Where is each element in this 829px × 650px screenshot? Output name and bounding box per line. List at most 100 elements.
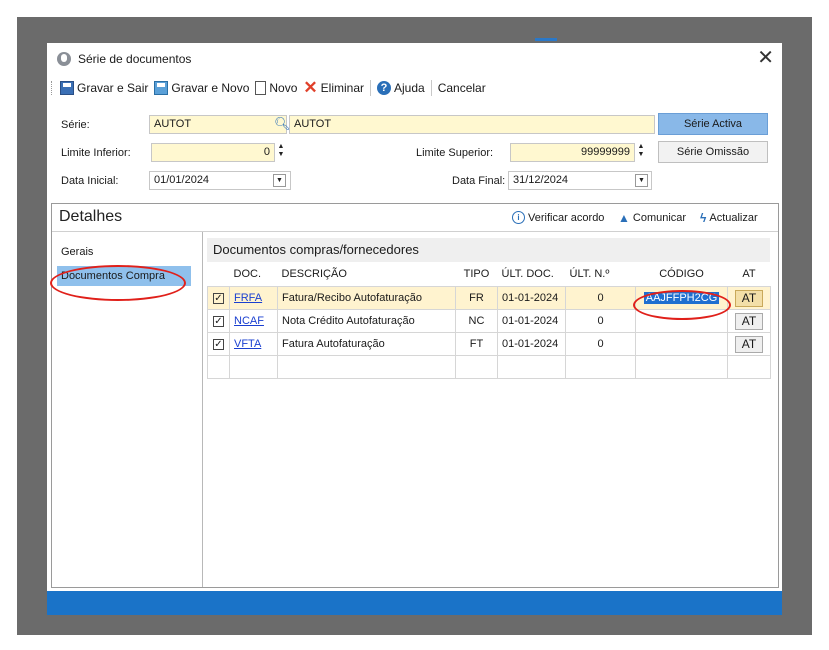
comunicar-label: Comunicar — [632, 212, 687, 224]
serie-activa-button[interactable]: Série Activa — [658, 113, 768, 135]
codigo-cell[interactable]: AAJFFPH2CG — [635, 286, 728, 310]
ult-n-cell: 0 — [565, 332, 636, 356]
data-inicial-dropdown-icon[interactable]: ▼ — [273, 174, 286, 187]
nav-item-gerais[interactable]: Gerais — [57, 242, 191, 262]
table-row[interactable]: ✓ VFTA Fatura Autofaturação FT 01-01-202… — [207, 332, 771, 356]
comunicar-link[interactable]: ▲ Comunicar — [618, 211, 686, 225]
title-bar: Série de documentos ✕ — [47, 43, 782, 75]
table-row[interactable]: ✓ NCAF Nota Crédito Autofaturação NC 01-… — [207, 309, 771, 333]
refresh-icon: ϟ — [700, 211, 707, 225]
serie-omissao-button[interactable]: Série Omissão — [658, 141, 768, 163]
serie-code-field[interactable]: AUTOT — [149, 115, 287, 134]
save-disk-icon — [60, 81, 74, 95]
limite-inferior-field[interactable]: 0 — [151, 143, 275, 162]
doc-link[interactable]: NCAF — [234, 315, 264, 327]
cancelar-button[interactable]: Cancelar — [435, 78, 489, 98]
send-arrow-icon: ▲ — [618, 211, 630, 225]
details-title: Detalhes — [59, 208, 123, 225]
close-icon[interactable]: ✕ — [757, 47, 774, 69]
nav-item-documentos-compra[interactable]: Documentos Compra — [57, 266, 191, 286]
dialog-window: Série de documentos ✕ Gravar e Sair Grav… — [47, 43, 782, 615]
col-header-ult-doc[interactable]: ÚLT. DOC. — [498, 262, 566, 287]
help-icon: ? — [377, 81, 391, 95]
row-checkbox[interactable]: ✓ — [213, 316, 224, 327]
at-button[interactable]: AT — [735, 312, 763, 330]
toolbar: Gravar e Sair Gravar e Novo Novo ✕ Elimi… — [51, 77, 489, 99]
section-title: Documentos compras/fornecedores — [207, 238, 770, 262]
at-button[interactable]: AT — [735, 335, 763, 353]
data-final-label: Data Final: — [452, 175, 506, 187]
actualizar-label: Actualizar — [709, 212, 758, 224]
tipo-cell: NC — [455, 309, 498, 333]
codigo-cell[interactable] — [635, 309, 728, 333]
serie-description-field[interactable]: AUTOT — [289, 115, 655, 134]
serie-label: Série: — [61, 119, 90, 131]
toolbar-grip — [51, 81, 54, 95]
col-header-check — [208, 262, 230, 287]
data-inicial-label: Data Inicial: — [61, 175, 119, 187]
gravar-novo-button[interactable]: Gravar e Novo — [151, 78, 252, 98]
row-checkbox[interactable]: ✓ — [213, 293, 224, 304]
data-final-dropdown-icon[interactable]: ▼ — [635, 174, 648, 187]
window-title: Série de documentos — [78, 52, 192, 66]
col-header-codigo[interactable]: CÓDIGO — [636, 262, 728, 287]
actualizar-link[interactable]: ϟ Actualizar — [700, 211, 758, 225]
table-row[interactable]: ✓ FRFA Fatura/Recibo Autofaturação FR 01… — [207, 286, 771, 310]
descricao-cell: Fatura Autofaturação — [277, 332, 456, 356]
toolbar-separator — [370, 80, 371, 96]
tipo-cell: FR — [455, 286, 498, 310]
col-header-ult-n[interactable]: ÚLT. N.º — [566, 262, 636, 287]
tipo-cell: FT — [455, 332, 498, 356]
table-header-row: DOC. DESCRIÇÃO TIPO ÚLT. DOC. ÚLT. N.º C… — [208, 262, 771, 287]
ult-doc-cell: 01-01-2024 — [497, 309, 566, 333]
data-inicial-field[interactable]: 01/01/2024 — [149, 171, 291, 190]
ult-doc-cell: 01-01-2024 — [497, 332, 566, 356]
ajuda-button[interactable]: ? Ajuda — [374, 78, 428, 98]
documents-section: Documentos compras/fornecedores DOC. DES… — [207, 238, 771, 379]
details-panel: Detalhes i Verificar acordo ▲ Comunicar … — [51, 203, 779, 588]
table-row-empty[interactable] — [207, 355, 771, 379]
col-header-descricao[interactable]: DESCRIÇÃO — [278, 262, 456, 287]
save-new-icon — [154, 81, 169, 95]
limite-inferior-label: Limite Inferior: — [61, 147, 131, 159]
gravar-sair-button[interactable]: Gravar e Sair — [57, 78, 151, 98]
col-header-tipo[interactable]: TIPO — [456, 262, 498, 287]
descricao-cell: Nota Crédito Autofaturação — [277, 309, 456, 333]
top-accent-strip — [535, 38, 557, 41]
gravar-sair-label: Gravar e Sair — [77, 81, 149, 95]
ult-n-cell: 0 — [565, 286, 636, 310]
documents-table: DOC. DESCRIÇÃO TIPO ÚLT. DOC. ÚLT. N.º C… — [207, 262, 771, 379]
limite-inferior-stepper[interactable]: ▲ ▼ — [276, 143, 286, 162]
codigo-selected-text[interactable]: AAJFFPH2CG — [643, 292, 720, 304]
delete-x-icon: ✕ — [303, 78, 318, 97]
app-icon — [57, 52, 71, 66]
info-icon: i — [512, 211, 525, 224]
eliminar-button[interactable]: ✕ Eliminar — [300, 78, 367, 98]
limite-superior-stepper[interactable]: ▲ ▼ — [636, 143, 646, 162]
cancelar-label: Cancelar — [437, 81, 486, 95]
codigo-cell[interactable] — [635, 332, 728, 356]
limite-superior-label: Limite Superior: — [416, 147, 494, 159]
new-document-icon — [255, 81, 267, 95]
gravar-novo-label: Gravar e Novo — [171, 81, 250, 95]
ult-doc-cell: 01-01-2024 — [497, 286, 566, 310]
eliminar-label: Eliminar — [320, 81, 364, 95]
details-nav: Gerais Documentos Compra — [52, 232, 203, 587]
col-header-doc[interactable]: DOC. — [230, 262, 278, 287]
novo-label: Novo — [269, 81, 298, 95]
details-header: Detalhes i Verificar acordo ▲ Comunicar … — [52, 204, 778, 232]
footer-status-bar — [47, 591, 782, 615]
limite-superior-field[interactable]: 99999999 — [510, 143, 635, 162]
row-checkbox[interactable]: ✓ — [213, 339, 224, 350]
data-final-field[interactable]: 31/12/2024 — [508, 171, 652, 190]
doc-link[interactable]: FRFA — [234, 292, 262, 304]
novo-button[interactable]: Novo — [252, 78, 300, 98]
ult-n-cell: 0 — [565, 309, 636, 333]
descricao-cell: Fatura/Recibo Autofaturação — [277, 286, 456, 310]
at-button[interactable]: AT — [735, 289, 763, 307]
ajuda-label: Ajuda — [394, 81, 425, 95]
verificar-acordo-link[interactable]: i Verificar acordo — [512, 211, 604, 224]
col-header-at[interactable]: AT — [728, 262, 771, 287]
doc-link[interactable]: VFTA — [234, 338, 261, 350]
toolbar-separator — [430, 80, 432, 96]
